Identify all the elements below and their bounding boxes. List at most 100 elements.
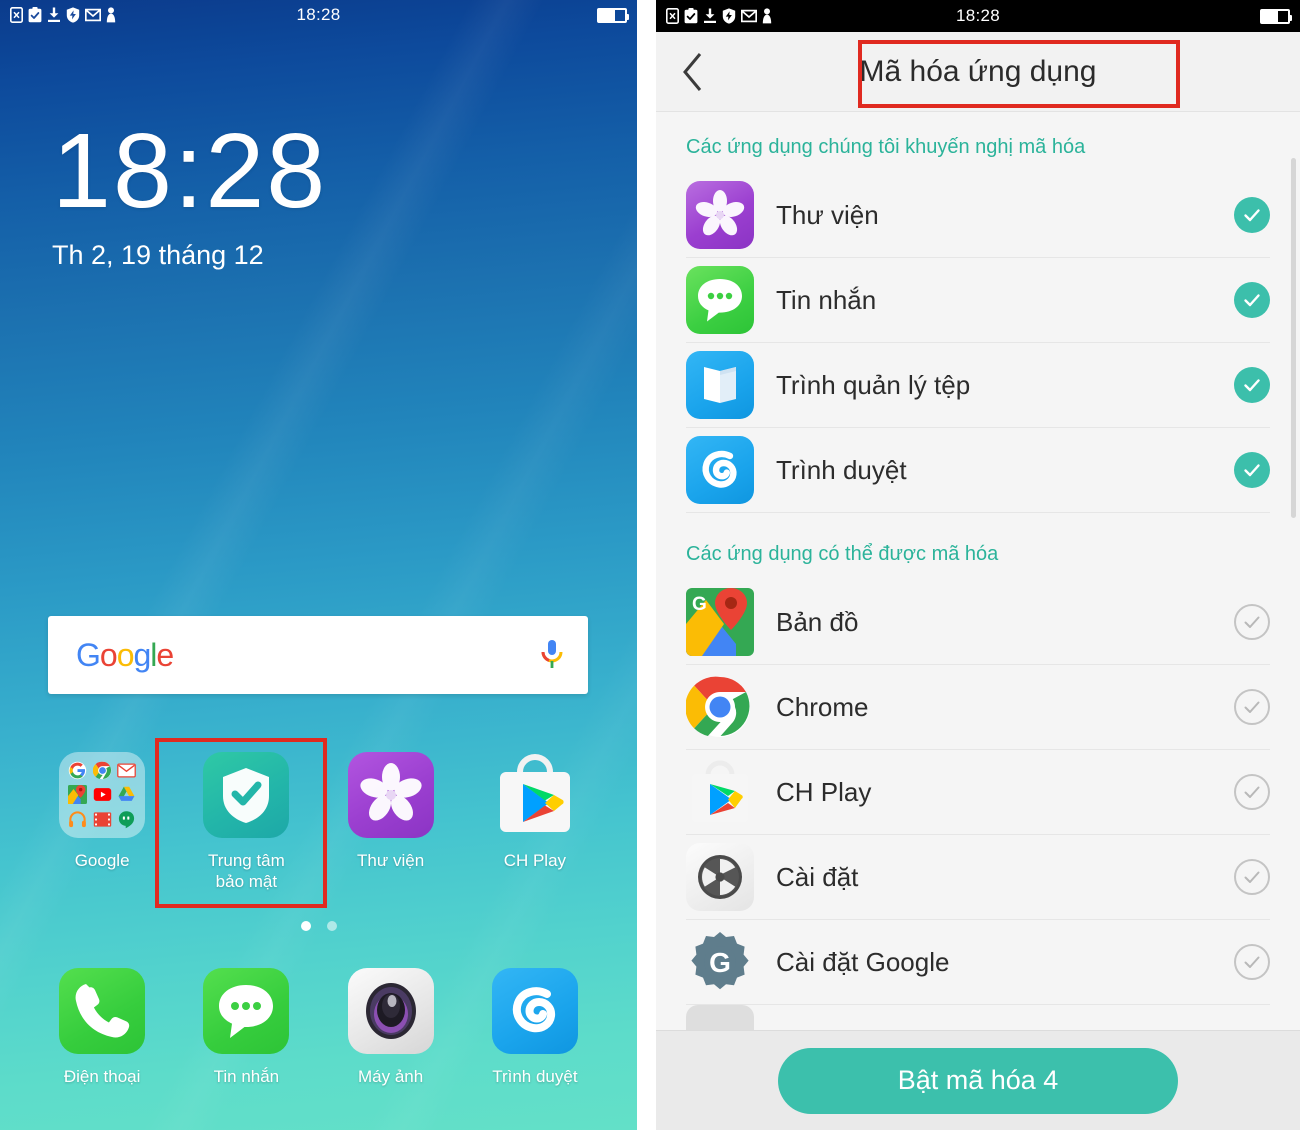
- left-battery-indicator: [597, 7, 629, 23]
- microphone-icon[interactable]: [540, 638, 564, 672]
- check-icon: [1244, 956, 1260, 968]
- back-button[interactable]: [656, 51, 730, 93]
- home-app-gallery[interactable]: Thư viện: [319, 752, 463, 893]
- checkbox-unchecked[interactable]: [1234, 604, 1270, 640]
- checkbox-unchecked[interactable]: [1234, 774, 1270, 810]
- home-app-ch-play[interactable]: CH Play: [463, 752, 607, 893]
- app-label: Điện thoại: [63, 1067, 141, 1086]
- lockscreen-clock: 18:28 Th 2, 19 tháng 12: [0, 118, 637, 271]
- home-app-google-folder[interactable]: Google: [30, 752, 174, 893]
- messages-icon: [686, 266, 754, 334]
- gallery-flower-icon: [686, 181, 754, 249]
- list-item-label: CH Play: [776, 776, 872, 807]
- check-icon: [1244, 616, 1260, 628]
- list-item-ch-play[interactable]: CH Play: [686, 750, 1270, 835]
- list-item-trinh-duyet[interactable]: Trình duyệt: [686, 428, 1270, 513]
- list-scrollbar[interactable]: [1291, 158, 1296, 518]
- app-label: Tin nhắn: [213, 1067, 280, 1086]
- google-maps-icon: G: [686, 588, 754, 656]
- check-icon: [1244, 464, 1260, 477]
- list-item-cai-dat-google[interactable]: G Cài đặt Google: [686, 920, 1270, 1005]
- app-list-scroll-area[interactable]: Các ứng dụng chúng tôi khuyến nghị mã hó…: [656, 112, 1300, 1065]
- left-status-time: 18:28: [296, 5, 341, 24]
- right-status-bar: 18:28: [656, 0, 1300, 32]
- maps-icon: [68, 785, 88, 805]
- svg-text:G: G: [709, 947, 731, 978]
- dock-app-browser[interactable]: Trình duyệt: [463, 968, 607, 1087]
- check-icon: [1244, 294, 1260, 307]
- checkbox-checked[interactable]: [1234, 367, 1270, 403]
- play-store-icon: [686, 758, 754, 826]
- play-store-icon: [492, 752, 578, 838]
- app-label: CH Play: [503, 851, 567, 870]
- google-logo: Google: [76, 636, 174, 673]
- list-item-chrome[interactable]: Chrome: [686, 665, 1270, 750]
- check-icon: [1244, 209, 1260, 222]
- clock-date: Th 2, 19 tháng 12: [52, 240, 264, 270]
- page-dot-1[interactable]: [300, 921, 311, 931]
- dock-app-messages[interactable]: Tin nhắn: [174, 968, 318, 1087]
- dock-app-camera[interactable]: Máy ảnh: [319, 968, 463, 1087]
- section-header-available: Các ứng dụng có thể được mã hóa: [686, 543, 999, 565]
- chevron-left-icon: [683, 52, 702, 91]
- right-status-time: 18:28: [955, 6, 1001, 25]
- checkbox-checked[interactable]: [1234, 452, 1270, 488]
- checkbox-checked[interactable]: [1234, 197, 1270, 233]
- check-icon: [1244, 379, 1260, 392]
- list-item-label: Trình duyệt: [776, 454, 907, 485]
- app-label: Trình duyệt: [492, 1067, 578, 1086]
- check-icon: [1244, 786, 1260, 798]
- home-page-indicator: [0, 921, 637, 931]
- right-phone-screen: 18:28 Mã hóa ứng dụng Các ứng dụng chúng…: [656, 0, 1300, 1130]
- list-item-label: Bản đồ: [776, 606, 859, 637]
- app-label: Thư viện: [357, 851, 425, 870]
- google-drive-icon: [118, 787, 135, 802]
- list-item-tin-nhan[interactable]: Tin nhắn: [686, 258, 1270, 343]
- checkbox-unchecked[interactable]: [1234, 689, 1270, 725]
- footer-action-bar: Bật mã hóa 4: [656, 1030, 1300, 1130]
- browser-icon: [491, 968, 578, 1054]
- home-dock: Điện thoại Tin nhắn Máy ảnh Trình duyệt: [0, 968, 637, 1087]
- chrome-icon: [92, 761, 111, 780]
- checkbox-unchecked[interactable]: [1234, 944, 1270, 980]
- list-item-label: Thư viện: [776, 199, 879, 230]
- list-item-thu-vien[interactable]: Thư viện: [686, 173, 1270, 258]
- messages-icon: [203, 968, 290, 1054]
- google-g-icon: [69, 761, 87, 780]
- list-item-label: Cài đặt Google: [776, 946, 950, 977]
- list-item-ban-do[interactable]: G Bản đồ: [686, 580, 1270, 665]
- app-label: Máy ảnh: [358, 1067, 424, 1086]
- google-settings-gear-icon: G: [686, 928, 754, 996]
- gallery-flower-icon: [347, 752, 434, 838]
- youtube-icon: [93, 788, 111, 802]
- chrome-icon: [686, 673, 754, 741]
- checkbox-unchecked[interactable]: [1234, 859, 1270, 895]
- left-status-bar: 18:28: [0, 0, 637, 30]
- app-bar: Mã hóa ứng dụng: [656, 32, 1300, 112]
- left-phone-screen: 18:28 18:28 Th 2, 19 tháng 12 Google Goo…: [0, 0, 637, 1130]
- enable-encryption-button[interactable]: Bật mã hóa 4: [778, 1047, 1178, 1114]
- list-item-label: Cài đặt: [776, 861, 859, 892]
- list-item-label: Chrome: [776, 691, 869, 722]
- settings-gear-icon: [686, 843, 754, 911]
- camera-icon: [347, 968, 434, 1054]
- dock-app-phone[interactable]: Điện thoại: [30, 968, 174, 1087]
- section-header-recommended: Các ứng dụng chúng tôi khuyến nghị mã hó…: [686, 136, 1086, 158]
- play-music-headphones-icon: [69, 811, 87, 827]
- phone-icon: [59, 968, 146, 1054]
- gmail-app-icon: [117, 763, 136, 778]
- list-item-label: Tin nhắn: [776, 284, 877, 315]
- svg-text:G: G: [692, 594, 707, 615]
- clock-time: 18:28: [52, 112, 328, 230]
- security-center-highlight-box: [155, 738, 327, 908]
- list-item-cai-dat[interactable]: Cài đặt: [686, 835, 1270, 920]
- list-item-trinh-quan-ly-tep[interactable]: Trình quản lý tệp: [686, 343, 1270, 428]
- checkbox-checked[interactable]: [1234, 282, 1270, 318]
- check-icon: [1244, 701, 1260, 713]
- app-label: Google: [74, 851, 130, 870]
- screenshot-stage: 18:28 18:28 Th 2, 19 tháng 12 Google Goo…: [0, 0, 1300, 1130]
- hangouts-icon: [118, 811, 135, 829]
- google-search-widget[interactable]: Google: [48, 616, 588, 694]
- check-icon: [1244, 871, 1260, 883]
- page-dot-2[interactable]: [326, 921, 337, 931]
